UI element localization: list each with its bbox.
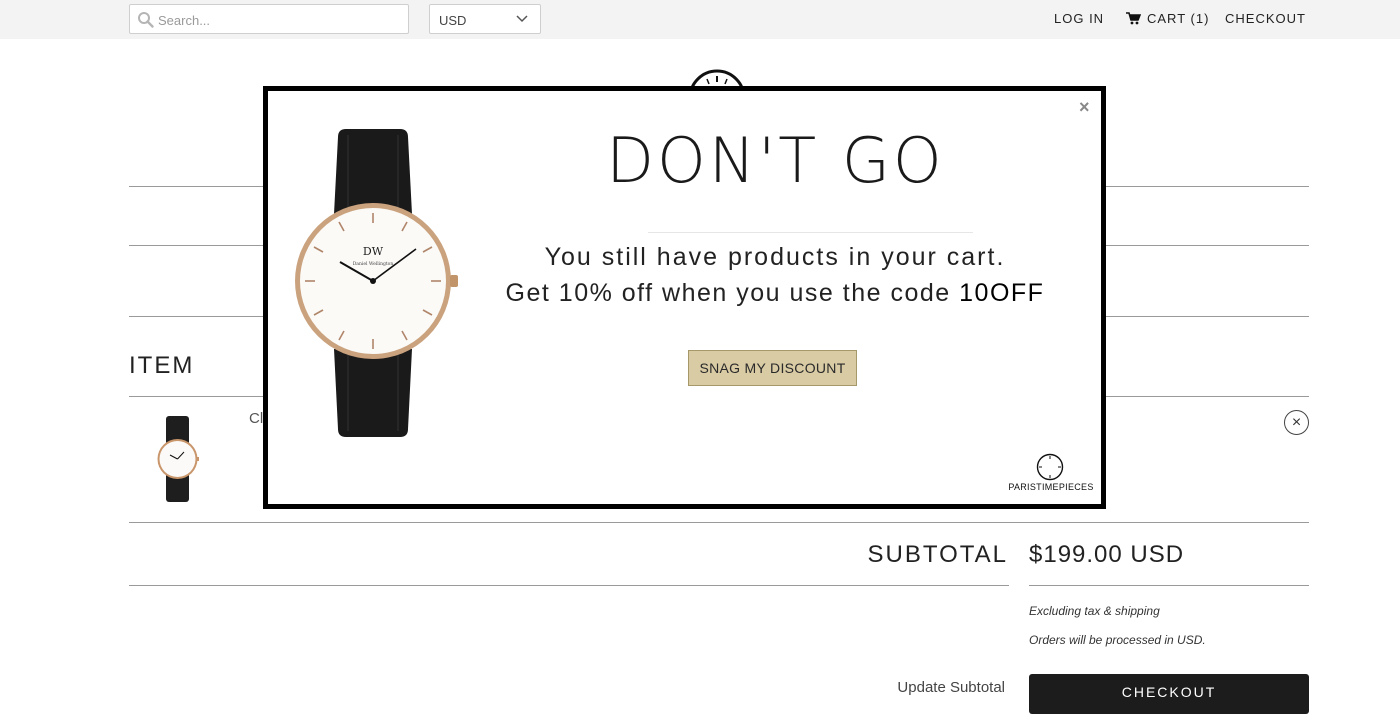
- chevron-down-icon: [516, 15, 528, 23]
- cart-label: CART (1): [1147, 11, 1210, 26]
- update-subtotal-link[interactable]: Update Subtotal: [897, 679, 1005, 696]
- snag-discount-button[interactable]: SNAG MY DISCOUNT: [688, 350, 857, 386]
- close-icon[interactable]: ×: [1079, 97, 1090, 118]
- search-box[interactable]: [129, 4, 409, 34]
- svg-text:Daniel Wellington: Daniel Wellington: [353, 261, 394, 267]
- divider: [129, 522, 1309, 523]
- subtotal-value: $199.00 USD: [1029, 541, 1185, 568]
- subtotal-label: SUBTOTAL: [867, 541, 1008, 568]
- popup-divider: [648, 232, 973, 233]
- brand-name: PARISTIMEPIECES: [1008, 482, 1094, 492]
- brand-logo: PARISTIMEPIECES: [1006, 453, 1096, 495]
- item-column-heading: ITEM: [129, 352, 195, 379]
- divider: [129, 585, 1009, 586]
- discount-popup: × DW Daniel Wellington DON'T GO You stil…: [263, 86, 1106, 509]
- currency-select[interactable]: USD: [429, 4, 541, 34]
- checkout-link[interactable]: CHECKOUT: [1225, 11, 1306, 26]
- top-bar: USD LOG IN CART (1) CHECKOUT: [0, 0, 1400, 39]
- watch-image: DW Daniel Wellington: [295, 129, 458, 437]
- checkout-button[interactable]: CHECKOUT: [1029, 674, 1309, 714]
- svg-text:DW: DW: [363, 245, 384, 258]
- divider: [1029, 585, 1309, 586]
- search-input[interactable]: [158, 9, 398, 31]
- search-icon: [138, 12, 154, 28]
- popup-message: You still have products in your cart.: [544, 243, 1006, 271]
- popup-title: DON'T GO: [606, 124, 945, 197]
- tax-note: Excluding tax & shipping: [1029, 604, 1160, 618]
- product-name[interactable]: Cl: [249, 410, 263, 427]
- close-icon: ×: [1291, 413, 1302, 431]
- clock-icon: [1036, 453, 1064, 481]
- popup-offer: Get 10% off when you use the code 10OFF: [500, 279, 1050, 308]
- currency-note: Orders will be processed in USD.: [1029, 633, 1206, 647]
- product-thumbnail[interactable]: [150, 414, 205, 504]
- cart-link[interactable]: CART (1): [1126, 11, 1209, 26]
- currency-value: USD: [439, 13, 467, 28]
- cart-icon: [1126, 12, 1141, 25]
- offer-text: Get 10% off when you use the code: [505, 279, 960, 307]
- discount-code: 10OFF: [959, 279, 1045, 307]
- login-link[interactable]: LOG IN: [1054, 11, 1104, 26]
- remove-item-button[interactable]: ×: [1284, 410, 1309, 435]
